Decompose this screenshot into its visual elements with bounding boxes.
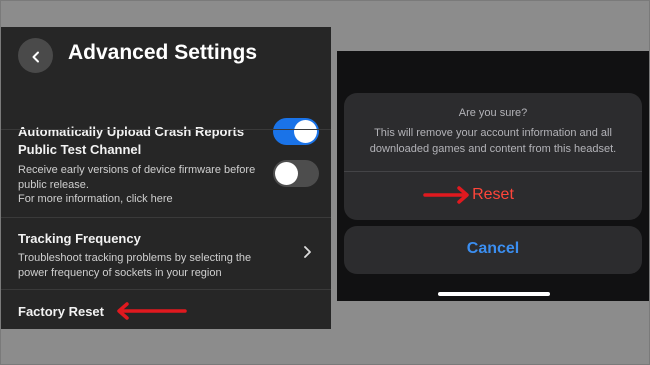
red-arrow-icon [422,186,472,204]
dialog-message: This will remove your account informatio… [369,127,617,155]
red-arrow-icon [114,302,188,320]
reset-confirmation-screen: Are you sure? This will remove your acco… [337,51,650,301]
public-test-channel-label: Public Test Channel [18,142,142,157]
back-button[interactable] [18,38,53,73]
advanced-settings-panel: Advanced Settings Automatically Upload C… [0,27,331,329]
dialog-title: Are you sure? [458,107,528,119]
factory-reset-label: Factory Reset [18,304,104,319]
confirm-dialog: Are you sure? This will remove your acco… [344,93,642,220]
chevron-right-icon [300,245,314,259]
chevron-left-icon [30,50,42,62]
factory-reset-row[interactable]: Factory Reset [0,289,331,329]
cancel-button[interactable]: Cancel [344,226,642,274]
tracking-frequency-row[interactable]: Tracking Frequency Troubleshoot tracking… [0,217,331,290]
tracking-frequency-label: Tracking Frequency [18,231,141,246]
public-test-channel-description: Receive early versions of device firmwar… [18,163,270,207]
public-test-channel-row[interactable]: Public Test Channel Receive early versio… [0,129,331,218]
home-indicator [438,292,550,296]
public-test-channel-toggle[interactable] [273,160,319,187]
tracking-frequency-description: Troubleshoot tracking problems by select… [18,252,252,279]
reset-button-label: Reset [472,186,514,203]
toggle-knob [275,162,298,185]
page-title: Advanced Settings [68,41,258,64]
settings-header: Advanced Settings [0,27,331,84]
cancel-button-label: Cancel [466,240,520,257]
reset-button[interactable]: Reset [344,172,642,220]
public-test-channel-text: Receive early versions of device firmwar… [18,164,256,191]
more-info-link[interactable]: For more information, click here [18,193,173,205]
